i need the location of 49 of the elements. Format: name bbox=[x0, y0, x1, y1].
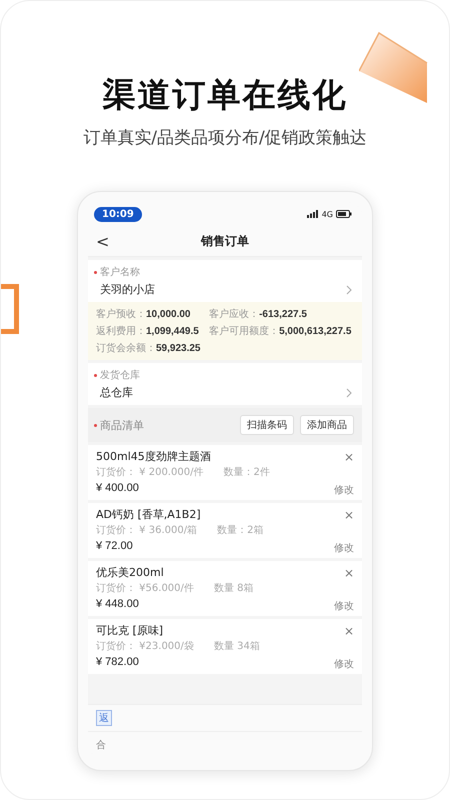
product-name: 优乐美200ml bbox=[96, 565, 164, 580]
balance-entry: 返利费用：1,099,449.5 bbox=[96, 324, 200, 338]
remove-button[interactable]: × bbox=[344, 624, 354, 638]
balance-entry: 客户应收：-613,227.5 bbox=[209, 308, 308, 321]
line-total: ¥ 782.00 bbox=[96, 656, 139, 668]
unit-price: 订货价： ¥ 200.000/件 bbox=[96, 466, 204, 479]
unit-price: 订货价： ¥ 36.000/箱 bbox=[96, 524, 198, 537]
clock-badge: 10:09 bbox=[94, 206, 142, 222]
balance-entry: 客户预收：10,000.00 bbox=[96, 308, 192, 321]
field-label: 客户名称 bbox=[100, 266, 140, 279]
headline: 渠道订单在线化 bbox=[102, 74, 348, 116]
line-total: ¥ 400.00 bbox=[96, 482, 139, 494]
field-value[interactable]: 关羽的小店 bbox=[100, 282, 155, 297]
total-label: 合 bbox=[96, 739, 106, 752]
balance-entry: 客户可用额度：5,000,613,227.5 bbox=[209, 324, 352, 338]
rebate-tag: 返 bbox=[96, 710, 112, 726]
screen-title: 销售订单 bbox=[201, 232, 249, 250]
edit-link[interactable]: 修改 bbox=[334, 483, 354, 497]
back-button[interactable]: < bbox=[88, 232, 118, 250]
product-name: 可比克 [原味] bbox=[96, 623, 164, 638]
signal-icon bbox=[306, 210, 319, 218]
field-value[interactable]: 总仓库 bbox=[100, 385, 133, 400]
edit-link[interactable]: 修改 bbox=[334, 599, 354, 613]
section-label: 商品清单 bbox=[100, 418, 144, 432]
action-button[interactable]: 扫描条码 bbox=[240, 415, 294, 435]
product-name: AD钙奶 [香草,A1B2] bbox=[96, 507, 201, 522]
network-label: 4G bbox=[322, 210, 333, 218]
field-label: 发货仓库 bbox=[100, 368, 140, 382]
battery-icon bbox=[336, 210, 352, 218]
line-total: ¥ 72.00 bbox=[96, 540, 133, 552]
balance-entry: 订货会余额：59,923.25 bbox=[96, 342, 202, 355]
line-total: ¥ 448.00 bbox=[96, 598, 139, 610]
edit-link[interactable]: 修改 bbox=[334, 541, 354, 555]
edit-link[interactable]: 修改 bbox=[334, 657, 354, 671]
square-frame-decoration bbox=[1, 284, 19, 334]
quantity: 数量 8箱 bbox=[214, 582, 254, 595]
product-name: 500ml45度劲牌主题酒 bbox=[96, 449, 211, 464]
chevron-right-icon[interactable] bbox=[346, 388, 352, 398]
quantity: 数量 34箱 bbox=[214, 640, 260, 653]
action-button[interactable]: 添加商品 bbox=[300, 415, 354, 435]
quantity: 数量：2件 bbox=[223, 466, 270, 479]
remove-button[interactable]: × bbox=[344, 508, 354, 522]
remove-button[interactable]: × bbox=[344, 566, 354, 580]
remove-button[interactable]: × bbox=[344, 450, 354, 464]
unit-price: 订货价： ¥56.000/件 bbox=[96, 582, 194, 595]
chevron-right-icon[interactable] bbox=[346, 284, 352, 294]
quantity: 数量：2箱 bbox=[217, 524, 264, 537]
unit-price: 订货价： ¥23.000/袋 bbox=[96, 640, 194, 653]
subtitle: 订单真实/品类品项分布/促销政策触达 bbox=[83, 127, 367, 149]
